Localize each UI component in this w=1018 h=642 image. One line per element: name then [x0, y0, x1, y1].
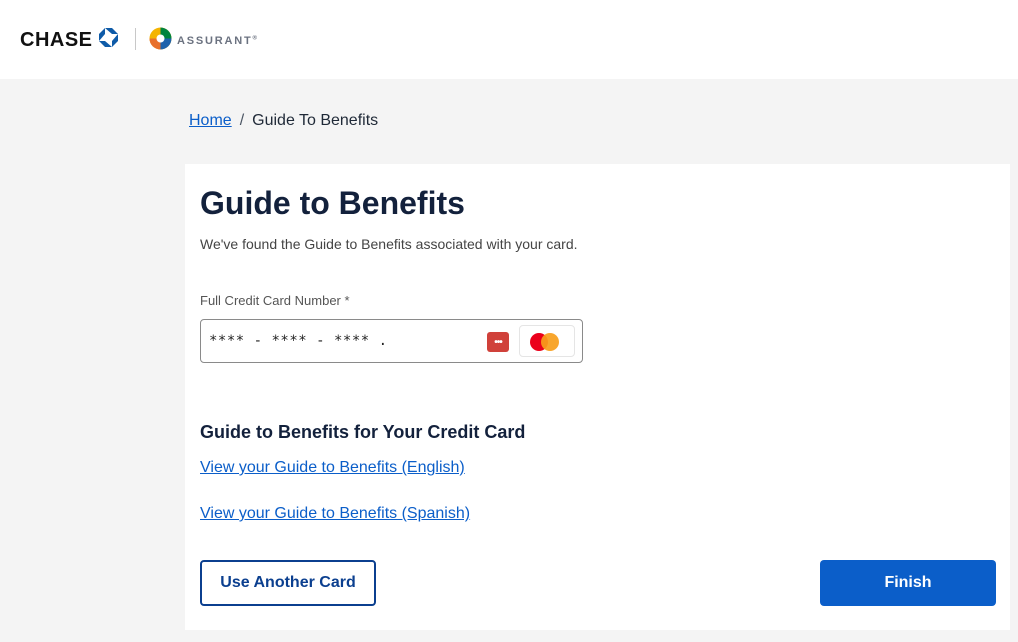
- logo-divider: [135, 28, 136, 50]
- card-number-label: Full Credit Card Number *: [200, 293, 350, 308]
- section-heading: Guide to Benefits for Your Credit Card: [200, 422, 526, 442]
- chase-octagon-icon: [98, 27, 119, 53]
- breadcrumb: Home / Guide To Benefits: [189, 112, 378, 130]
- top-header: CHASE ASSURANT®: [0, 0, 1018, 79]
- finish-button[interactable]: Finish: [820, 560, 996, 606]
- use-another-card-button[interactable]: Use Another Card: [200, 560, 376, 606]
- page-title: Guide to Benefits: [200, 185, 465, 221]
- mastercard-yellow-circle: [541, 333, 559, 351]
- mastercard-icon: [519, 325, 575, 357]
- breadcrumb-separator: /: [239, 112, 245, 129]
- chase-logo-text: CHASE: [20, 29, 93, 51]
- guide-spanish-link[interactable]: View your Guide to Benefits (Spanish): [200, 505, 470, 523]
- assurant-logo[interactable]: ASSURANT®: [149, 27, 257, 55]
- page-subtitle: We've found the Guide to Benefits associ…: [200, 236, 578, 252]
- password-manager-icon[interactable]: •••: [487, 332, 509, 352]
- assurant-emblem-icon: [149, 27, 172, 55]
- guide-card: Guide to Benefits We've found the Guide …: [185, 164, 1010, 630]
- guide-english-link[interactable]: View your Guide to Benefits (English): [200, 459, 465, 477]
- chase-logo[interactable]: CHASE: [20, 27, 119, 53]
- breadcrumb-home-link[interactable]: Home: [189, 112, 232, 130]
- assurant-logo-text: ASSURANT®: [177, 35, 257, 47]
- breadcrumb-current: Guide To Benefits: [252, 112, 379, 129]
- card-number-field[interactable]: **** - **** - **** . •••: [200, 319, 583, 363]
